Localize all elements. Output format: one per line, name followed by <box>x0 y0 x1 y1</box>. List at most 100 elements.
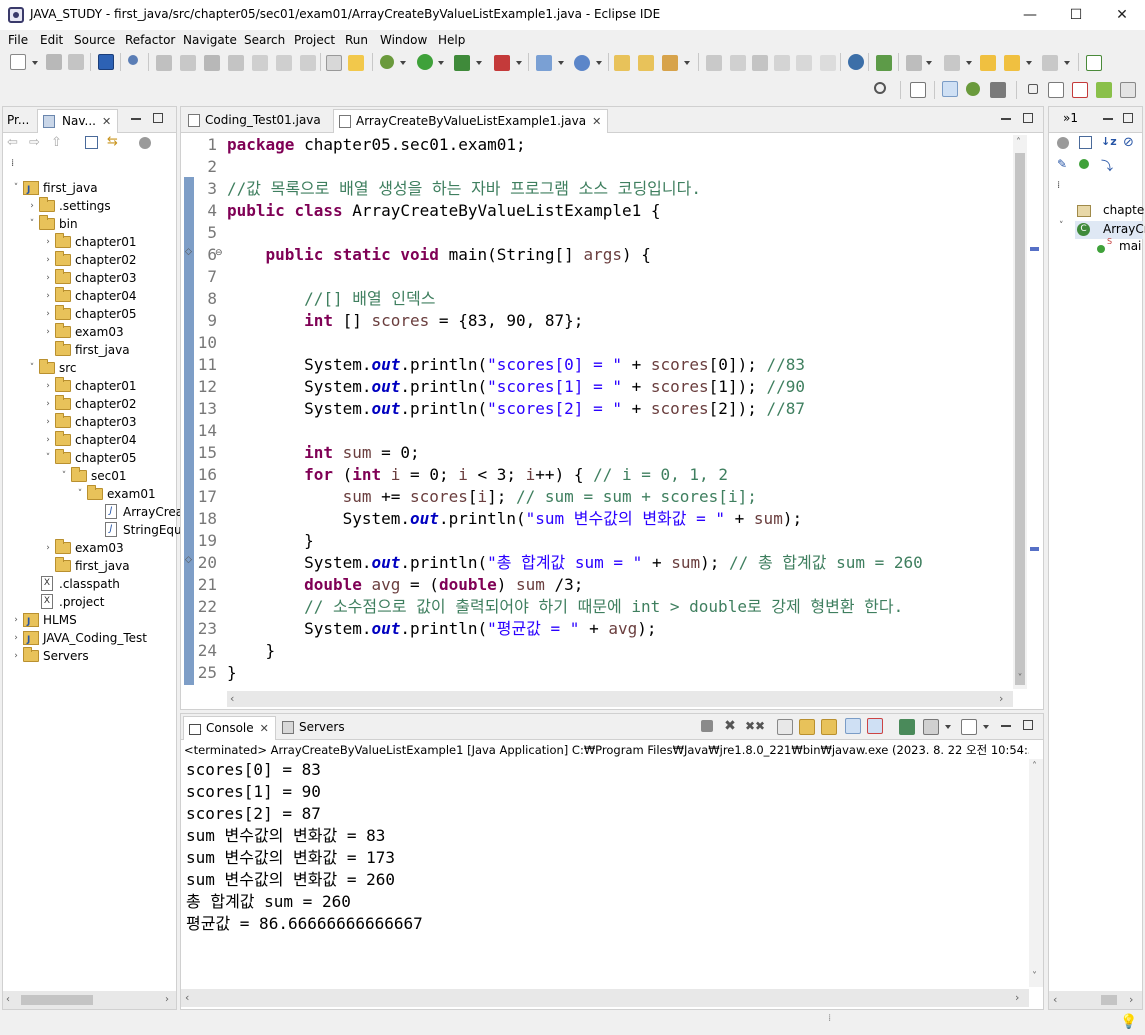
resume-icon[interactable] <box>156 55 172 71</box>
chevron-down-icon[interactable] <box>966 61 972 65</box>
git-perspective-icon[interactable] <box>990 82 1006 98</box>
code-line[interactable]: sum += scores[i]; // sum = sum + scores[… <box>227 486 757 508</box>
open-task-icon[interactable] <box>638 55 654 71</box>
chevron-down-icon[interactable] <box>684 61 690 65</box>
menu-project[interactable]: Project <box>294 33 335 47</box>
java-perspective-icon[interactable] <box>942 81 958 97</box>
maximize-icon[interactable] <box>1023 720 1033 730</box>
chevron-down-icon[interactable] <box>983 725 989 729</box>
link-icon[interactable] <box>348 55 364 71</box>
chevron-right-icon[interactable]: › <box>43 233 53 251</box>
code-line[interactable]: } <box>227 530 314 552</box>
horizontal-scrollbar[interactable]: ‹ › <box>227 691 1013 707</box>
chevron-right-icon[interactable]: › <box>11 611 21 629</box>
close-icon[interactable]: ✕ <box>260 722 269 735</box>
display-console-icon[interactable] <box>923 719 939 735</box>
tree-item[interactable]: › chapter02 <box>3 395 176 413</box>
chevron-right-icon[interactable]: › <box>11 647 21 665</box>
chevron-down-icon[interactable]: ˅ <box>59 467 69 485</box>
tree-item[interactable]: › exam03 <box>3 539 176 557</box>
link-with-editor-icon[interactable]: ⇆ <box>107 135 123 149</box>
last-edit-icon[interactable] <box>944 55 960 71</box>
step-over-icon[interactable] <box>276 55 292 71</box>
chevron-down-icon[interactable]: ˅ <box>27 215 37 233</box>
open-perspective-icon[interactable] <box>1086 55 1102 71</box>
chevron-right-icon[interactable]: › <box>43 251 53 269</box>
tree-item[interactable]: › .settings <box>3 197 176 215</box>
tree-item[interactable]: ˅ src <box>3 359 176 377</box>
pin-icon[interactable] <box>906 55 922 71</box>
scroll-left-icon[interactable]: ‹ <box>230 692 234 705</box>
breakpoint-icon[interactable] <box>128 55 138 65</box>
tree-item[interactable]: › HLMS <box>3 611 176 631</box>
tab-package-explorer[interactable]: Pr... <box>3 109 35 133</box>
use-step-filters-icon[interactable] <box>326 55 342 71</box>
scroll-right-icon[interactable]: › <box>165 994 169 1005</box>
tree-item[interactable]: › Servers <box>3 647 176 665</box>
chevron-down-icon[interactable] <box>1026 61 1032 65</box>
scroll-down-icon[interactable]: ˅ <box>1032 971 1037 982</box>
chevron-down-icon[interactable]: ˅ <box>27 359 37 377</box>
back-history-icon[interactable] <box>1004 55 1020 71</box>
close-button[interactable]: ✕ <box>1099 0 1145 30</box>
console-output[interactable]: scores[0] = 83 scores[1] = 90 scores[2] = … <box>181 759 1026 989</box>
scrollbar-thumb[interactable] <box>1101 995 1117 1005</box>
chevron-right-icon[interactable]: › <box>43 431 53 449</box>
tree-item[interactable]: ˅ chapter05 <box>3 449 176 467</box>
overview-marker[interactable] <box>1030 247 1039 251</box>
code-line[interactable]: } <box>227 662 237 684</box>
code-area[interactable]: package chapter05.sec01.exam01; //값 목록으로 … <box>227 134 1007 694</box>
chevron-down-icon[interactable] <box>476 61 482 65</box>
globe-icon[interactable] <box>848 54 864 70</box>
open-perspective-icon[interactable] <box>910 82 926 98</box>
tree-item[interactable]: › JAVA_Coding_Test <box>3 629 176 649</box>
tree-item[interactable]: › chapter05 <box>3 305 176 323</box>
code-line[interactable]: System.out.println("sum 변수값의 변화값 = " + s… <box>227 508 803 530</box>
code-line[interactable]: int sum = 0; <box>227 442 420 464</box>
tree-item[interactable]: ˅ sec01 <box>3 467 176 485</box>
tree-item[interactable]: first_java <box>3 557 176 575</box>
scroll-right-icon[interactable]: › <box>1015 991 1019 1004</box>
back-arrow-icon[interactable]: ⇦ <box>7 136 21 149</box>
tree-item[interactable]: X .project <box>3 593 176 611</box>
show-on-stderr-icon[interactable] <box>867 718 883 734</box>
code-line[interactable]: System.out.println("총 합계값 sum = " + sum)… <box>227 552 923 574</box>
tree-item[interactable]: ˅ first_java <box>3 179 176 199</box>
horizontal-scrollbar[interactable]: ‹ › <box>1049 991 1142 1009</box>
vertical-scrollbar[interactable]: ˄ <box>1013 135 1027 689</box>
horizontal-scrollbar[interactable]: ‹ › <box>3 991 176 1009</box>
menu-source[interactable]: Source <box>74 33 115 47</box>
save-icon[interactable] <box>46 54 62 70</box>
scroll-left-icon[interactable]: ‹ <box>1053 993 1057 1006</box>
toggle-mark-icon[interactable] <box>706 55 722 71</box>
save-all-icon[interactable] <box>68 54 84 70</box>
tab-coding-test01[interactable]: Coding_Test01.java <box>183 109 327 133</box>
chevron-down-icon[interactable] <box>1064 61 1070 65</box>
problems-view-icon[interactable] <box>1072 82 1088 98</box>
hide-static-icon[interactable]: ✎ <box>1057 157 1067 171</box>
minimize-icon[interactable] <box>1001 118 1011 120</box>
chevron-down-icon[interactable] <box>516 61 522 65</box>
chevron-right-icon[interactable]: › <box>43 269 53 287</box>
menu-navigate[interactable]: Navigate <box>183 33 237 47</box>
tree-item[interactable]: › chapter03 <box>3 413 176 431</box>
chevron-down-icon[interactable] <box>400 61 406 65</box>
code-line[interactable]: public class ArrayCreateByValueListExamp… <box>227 200 661 222</box>
chevron-down-icon[interactable] <box>926 61 932 65</box>
open-console-icon[interactable] <box>961 719 977 735</box>
maximize-icon[interactable] <box>153 113 163 123</box>
more-icon[interactable]: ⁞ <box>1057 181 1060 191</box>
terminal-icon[interactable] <box>98 54 114 70</box>
pilcrow-icon[interactable] <box>820 55 836 71</box>
scroll-right-icon[interactable]: › <box>999 692 1003 705</box>
chevron-down-icon[interactable] <box>438 61 444 65</box>
show-whitespace-icon[interactable] <box>796 55 812 71</box>
new-java-project-icon[interactable] <box>536 55 552 71</box>
menu-run[interactable]: Run <box>345 33 368 47</box>
terminate-icon[interactable] <box>204 55 220 71</box>
code-line[interactable]: double avg = (double) sum /3; <box>227 574 583 596</box>
close-icon[interactable]: ✕ <box>102 115 111 128</box>
tree-item[interactable]: X .classpath <box>3 575 176 593</box>
code-line[interactable]: System.out.println("평균값 = " + avg); <box>227 618 656 640</box>
tree-item[interactable]: › chapter04 <box>3 431 176 449</box>
